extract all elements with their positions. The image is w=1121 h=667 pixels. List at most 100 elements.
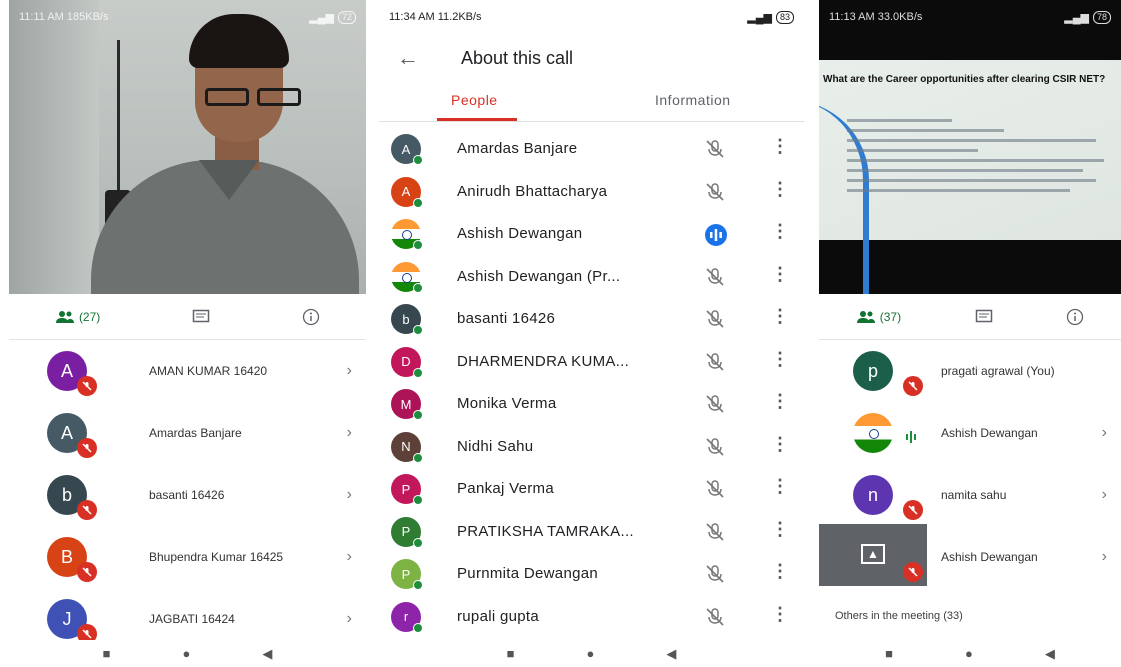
tab-people[interactable]: (37) — [856, 310, 901, 324]
mic-off-icon[interactable] — [704, 181, 726, 208]
participant-row[interactable]: D DHARMENDRA KUMA... ⋮ — [379, 341, 804, 384]
back-icon[interactable]: ◀ — [1045, 646, 1055, 662]
more-options-icon[interactable]: ⋮ — [771, 349, 789, 370]
more-options-icon[interactable]: ⋮ — [771, 179, 789, 200]
status-speed: 11.2KB/s — [437, 11, 482, 23]
participant-name: PRATIKSHA TAMRAKA... — [457, 522, 634, 540]
back-icon[interactable]: ◀ — [262, 646, 272, 662]
mic-off-icon[interactable] — [704, 606, 726, 633]
participant-name: Monika Verma — [457, 395, 557, 412]
meeting-screen-left: 11:11 AM 185KB/s ▂▄▆ 72 (27) A AMAN KUMAR… — [9, 0, 366, 667]
participant-row[interactable]: B Bhupendra Kumar 16425 › — [9, 526, 366, 588]
participant-name: JAGBATI 16424 — [149, 612, 235, 626]
recents-icon[interactable]: ■ — [507, 646, 515, 661]
participant-row[interactable]: r rupali gupta ⋮ — [379, 596, 804, 639]
participant-row[interactable]: P Purnmita Dewangan ⋮ — [379, 553, 804, 596]
participant-row[interactable]: Ashish Dewangan › — [819, 402, 1121, 464]
online-status-dot — [413, 580, 423, 590]
mic-off-icon[interactable] — [704, 563, 726, 590]
people-count: (37) — [879, 309, 902, 324]
tab-information[interactable]: Information — [655, 92, 731, 108]
mic-off-icon — [903, 500, 923, 520]
about-call-screen: 11:34 AM 11.2KB/s ▂▄▆ 83 ← About this cal… — [379, 0, 804, 667]
chat-icon — [975, 309, 992, 322]
more-options-icon[interactable]: ⋮ — [771, 561, 789, 582]
mic-off-icon[interactable] — [704, 138, 726, 165]
status-speed: 185KB/s — [66, 11, 109, 23]
more-options-icon[interactable]: ⋮ — [771, 221, 789, 242]
participant-row[interactable]: Ashish Dewangan (Pr... ⋮ — [379, 256, 804, 299]
home-icon[interactable]: ● — [965, 646, 973, 661]
participant-row[interactable]: ▲ Ashish Dewangan › — [819, 526, 1121, 588]
page-title: About this call — [461, 47, 574, 68]
active-tab-indicator — [437, 118, 517, 121]
tab-people[interactable]: (27) — [55, 310, 100, 324]
video-cable — [117, 40, 120, 200]
mic-off-icon[interactable] — [704, 393, 726, 420]
participant-row[interactable]: N Nidhi Sahu ⋮ — [379, 426, 804, 469]
participant-row[interactable]: b basanti 16426 › — [9, 464, 366, 526]
online-status-dot — [413, 282, 423, 293]
participant-row[interactable]: A Amardas Banjare ⋮ — [379, 128, 804, 171]
info-icon — [1067, 308, 1084, 325]
online-status-dot — [413, 537, 423, 548]
participant-row[interactable]: A Amardas Banjare › — [9, 402, 366, 464]
avatar: n — [853, 475, 893, 515]
chevron-right-icon: › — [346, 548, 352, 565]
chat-icon — [192, 309, 210, 322]
mic-off-icon — [77, 500, 97, 520]
recents-icon[interactable]: ■ — [103, 646, 111, 661]
more-options-icon[interactable]: ⋮ — [771, 306, 789, 327]
more-options-icon[interactable]: ⋮ — [771, 476, 789, 497]
participant-name: Purnmita Dewangan — [457, 565, 599, 582]
participant-row[interactable]: Ashish Dewangan ⋮ — [379, 213, 804, 256]
tab-chat[interactable] — [975, 309, 993, 325]
status-bar: 11:34 AM 11.2KB/s ▂▄▆ 83 — [379, 0, 804, 34]
back-arrow-icon[interactable]: ← — [397, 45, 419, 71]
mic-off-icon[interactable] — [704, 351, 726, 378]
people-count: (27) — [78, 309, 101, 324]
participant-name: Ashish Dewangan — [941, 426, 1038, 440]
participant-name: basanti 16426 — [457, 310, 556, 327]
more-options-icon[interactable]: ⋮ — [771, 264, 789, 285]
recents-icon[interactable]: ■ — [885, 646, 893, 661]
mic-off-icon[interactable] — [704, 521, 726, 548]
more-options-icon[interactable]: ⋮ — [771, 519, 789, 540]
home-icon[interactable]: ● — [587, 646, 595, 661]
participant-row[interactable]: M Monika Verma ⋮ — [379, 383, 804, 426]
participant-name: AMAN KUMAR 16420 — [149, 364, 268, 378]
back-icon[interactable]: ◀ — [666, 646, 676, 662]
participant-row[interactable]: n namita sahu › — [819, 464, 1121, 526]
mic-off-icon — [903, 376, 923, 396]
tab-info[interactable] — [302, 308, 320, 326]
chevron-right-icon: › — [1101, 424, 1107, 441]
participant-row[interactable]: A Anirudh Bhattacharya ⋮ — [379, 171, 804, 214]
mic-off-icon[interactable] — [704, 308, 726, 335]
mic-off-icon[interactable] — [704, 478, 726, 505]
tab-people[interactable]: People — [451, 92, 498, 108]
more-options-icon[interactable]: ⋮ — [771, 604, 789, 625]
participant-name: Nidhi Sahu — [457, 437, 534, 455]
more-options-icon[interactable]: ⋮ — [771, 434, 789, 455]
mic-off-icon[interactable] — [704, 436, 726, 463]
online-status-dot — [413, 325, 423, 335]
participant-row[interactable]: b basanti 16426 ⋮ — [379, 298, 804, 341]
avatar — [853, 413, 893, 453]
participant-row[interactable]: P Pankaj Verma ⋮ — [379, 468, 804, 511]
participant-row[interactable]: p pragati agrawal (You) — [819, 340, 1121, 402]
slide-text-lines — [847, 112, 1109, 199]
online-status-dot — [413, 240, 423, 250]
tab-chat[interactable] — [192, 309, 210, 325]
online-status-dot — [413, 197, 423, 208]
participant-row[interactable]: P PRATIKSHA TAMRAKA... ⋮ — [379, 511, 804, 554]
more-options-icon[interactable]: ⋮ — [771, 136, 789, 157]
tab-info[interactable] — [1066, 308, 1084, 326]
signal-icon: ▂▄▆ — [309, 11, 334, 24]
more-options-icon[interactable]: ⋮ — [771, 391, 789, 412]
participant-row[interactable]: A AMAN KUMAR 16420 › — [9, 340, 366, 402]
home-icon[interactable]: ● — [183, 646, 191, 661]
chevron-right-icon: › — [346, 424, 352, 441]
online-status-dot — [413, 622, 423, 633]
speaking-icon[interactable] — [704, 223, 728, 252]
mic-off-icon[interactable] — [704, 266, 726, 293]
